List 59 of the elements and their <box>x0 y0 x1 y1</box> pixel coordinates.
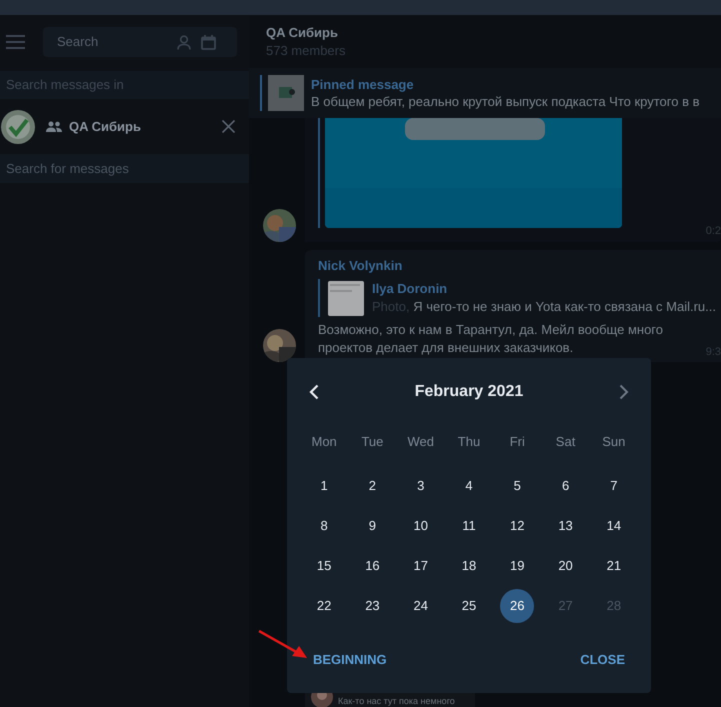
day-cell[interactable]: 1 <box>307 469 342 503</box>
message-search-field[interactable]: Search for messages <box>0 154 249 183</box>
weekday-label: Thu <box>456 433 482 451</box>
reply-author: Ilya Doronin <box>372 280 448 298</box>
message-text: Как-то нас тут пока немного <box>338 694 455 707</box>
day-cell[interactable]: 17 <box>404 549 438 583</box>
message-search-input[interactable]: Search for messages <box>6 158 243 178</box>
message-text: Возможно, это к нам в Тарантул, да. Мейл вообще много проектов делает для внешних заказчиков. <box>318 321 664 357</box>
day-cell[interactable]: 21 <box>596 549 631 583</box>
chat-name: QA Сибирь <box>69 118 142 136</box>
search-field[interactable]: Search <box>43 27 237 57</box>
message-author: Nick Volynkin <box>318 257 404 274</box>
checkmark-logo-icon <box>0 108 36 144</box>
day-cell[interactable]: 8 <box>307 509 342 543</box>
chevron-left-icon[interactable] <box>309 384 319 400</box>
day-cell[interactable]: 20 <box>548 549 583 583</box>
day-cell[interactable]: 7 <box>596 469 631 503</box>
pinned-message-bar[interactable]: Pinned message В общем ребят, реально крутой выпуск подкаста Что крутого в в <box>249 68 721 118</box>
day-cell[interactable]: 13 <box>548 509 583 543</box>
day-cell[interactable]: 4 <box>452 469 486 503</box>
day-cell[interactable]: 3 <box>404 469 438 503</box>
day-cell[interactable]: 5 <box>500 469 534 503</box>
day-cell[interactable]: 26 <box>500 589 534 623</box>
chevron-right-icon[interactable] <box>618 384 629 400</box>
weekday-label: Sat <box>554 433 576 451</box>
day-cell[interactable]: 25 <box>452 589 486 623</box>
day-cell[interactable]: 14 <box>596 509 631 543</box>
day-cell[interactable]: 2 <box>355 469 390 503</box>
weekday-label: Mon <box>310 433 338 451</box>
weekday-label: Fri <box>508 433 526 451</box>
pointer-arrow-icon <box>258 629 308 659</box>
search-input[interactable]: Search <box>57 32 167 52</box>
day-cell[interactable]: 9 <box>355 509 390 543</box>
day-cell[interactable]: 23 <box>355 589 390 623</box>
day-cell[interactable]: 6 <box>548 469 583 503</box>
day-cell[interactable]: 19 <box>500 549 534 583</box>
pinned-text: В общем ребят, реально крутой выпуск подкаста Что крутого в в <box>311 92 700 110</box>
day-cell[interactable]: 18 <box>452 549 486 583</box>
day-cell[interactable]: 24 <box>404 589 438 623</box>
day-cell[interactable]: 22 <box>307 589 342 623</box>
weekday-label: Tue <box>360 433 384 451</box>
chat-filter-item[interactable]: QA Сибирь <box>0 99 249 154</box>
day-cell[interactable]: 15 <box>307 549 342 583</box>
day-cell[interactable]: 12 <box>500 509 534 543</box>
person-icon[interactable] <box>177 34 191 50</box>
calendar-action-button[interactable]: BEGINNING <box>301 644 399 675</box>
weekday-label: Sun <box>601 433 626 451</box>
group-icon <box>46 121 62 132</box>
calendar-action-button[interactable]: CLOSE <box>568 644 637 675</box>
day-cell[interactable]: 11 <box>452 509 486 543</box>
close-icon[interactable] <box>222 120 235 133</box>
pinned-label: Pinned message <box>311 76 415 92</box>
weekday-label: Wed <box>406 433 435 451</box>
menu-icon[interactable] <box>6 35 25 49</box>
day-cell[interactable]: 16 <box>355 549 390 583</box>
day-cell[interactable]: 10 <box>404 509 438 543</box>
month-title: February 2021 <box>414 382 524 402</box>
calendar-icon[interactable] <box>201 34 216 50</box>
chat-title: QA Сибирь <box>266 24 339 42</box>
